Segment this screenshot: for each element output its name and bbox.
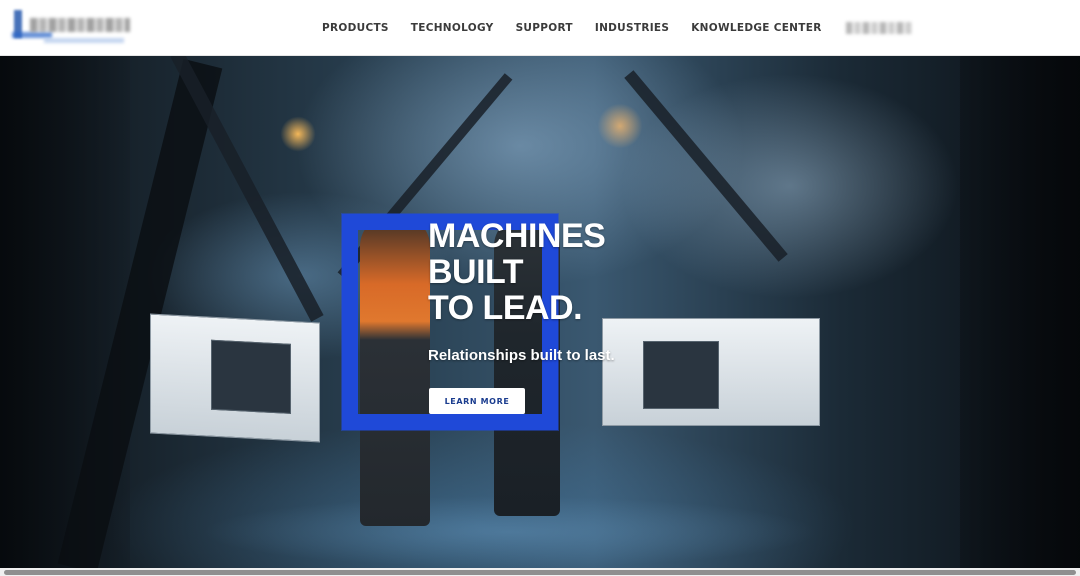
hero-cnc-machine-left xyxy=(150,313,320,443)
nav-industries[interactable]: INDUSTRIES xyxy=(595,22,669,34)
logo-tagline-blurred xyxy=(44,38,124,43)
hero-subtitle: Relationships built to last. xyxy=(428,347,615,364)
site-header: PRODUCTS TECHNOLOGY SUPPORT INDUSTRIES K… xyxy=(0,0,1080,56)
nav-support[interactable]: SUPPORT xyxy=(516,22,573,34)
hero-roof-beam xyxy=(624,70,788,262)
machine-window xyxy=(211,339,291,414)
nav-technology[interactable]: TECHNOLOGY xyxy=(411,22,494,34)
logo-wordmark-blurred xyxy=(30,18,130,32)
hero-banner: MACHINES BUILT TO LEAD. Relationships bu… xyxy=(0,56,1080,568)
hero-title: MACHINES BUILT TO LEAD. xyxy=(428,217,606,327)
hero-roof-beam xyxy=(170,56,324,322)
horizontal-scrollbar[interactable] xyxy=(0,568,1080,576)
hero-shadow-right xyxy=(960,56,1080,568)
nav-knowledge-center[interactable]: KNOWLEDGE CENTER xyxy=(691,22,821,34)
hero-cnc-machine-right xyxy=(602,318,820,426)
nav-item-blurred[interactable] xyxy=(845,22,912,34)
main-nav: PRODUCTS TECHNOLOGY SUPPORT INDUSTRIES K… xyxy=(322,0,912,56)
nav-products[interactable]: PRODUCTS xyxy=(322,22,389,34)
learn-more-button[interactable]: LEARN MORE xyxy=(429,388,525,414)
company-logo[interactable] xyxy=(10,8,130,44)
scrollbar-thumb[interactable] xyxy=(4,570,1076,575)
machine-window xyxy=(643,341,719,409)
